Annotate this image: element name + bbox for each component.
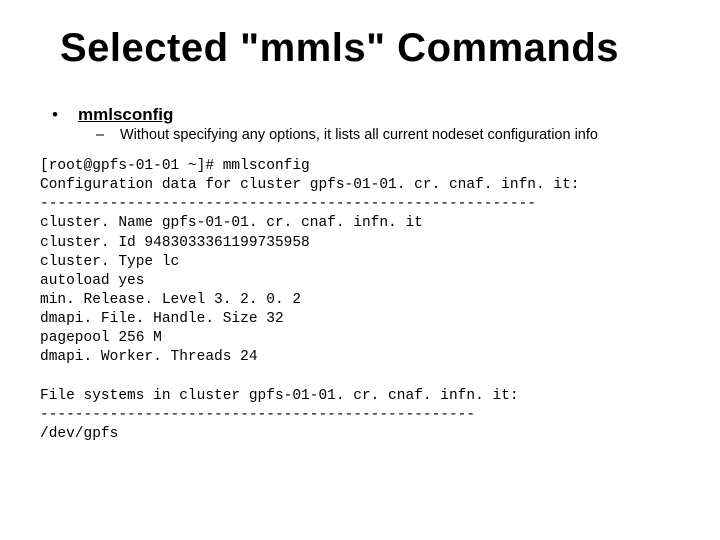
- command-description-row: – Without specifying any options, it lis…: [96, 127, 680, 143]
- slide-title: Selected "mmls" Commands: [60, 26, 680, 71]
- dash-icon: –: [96, 127, 120, 143]
- command-bullet: • mmlsconfig: [52, 105, 680, 125]
- slide: Selected "mmls" Commands • mmlsconfig – …: [0, 0, 720, 540]
- bullet-icon: •: [52, 105, 78, 125]
- command-description: Without specifying any options, it lists…: [120, 127, 598, 143]
- command-name: mmlsconfig: [78, 105, 173, 125]
- terminal-output: [root@gpfs-01-01 ~]# mmlsconfig Configur…: [40, 157, 680, 444]
